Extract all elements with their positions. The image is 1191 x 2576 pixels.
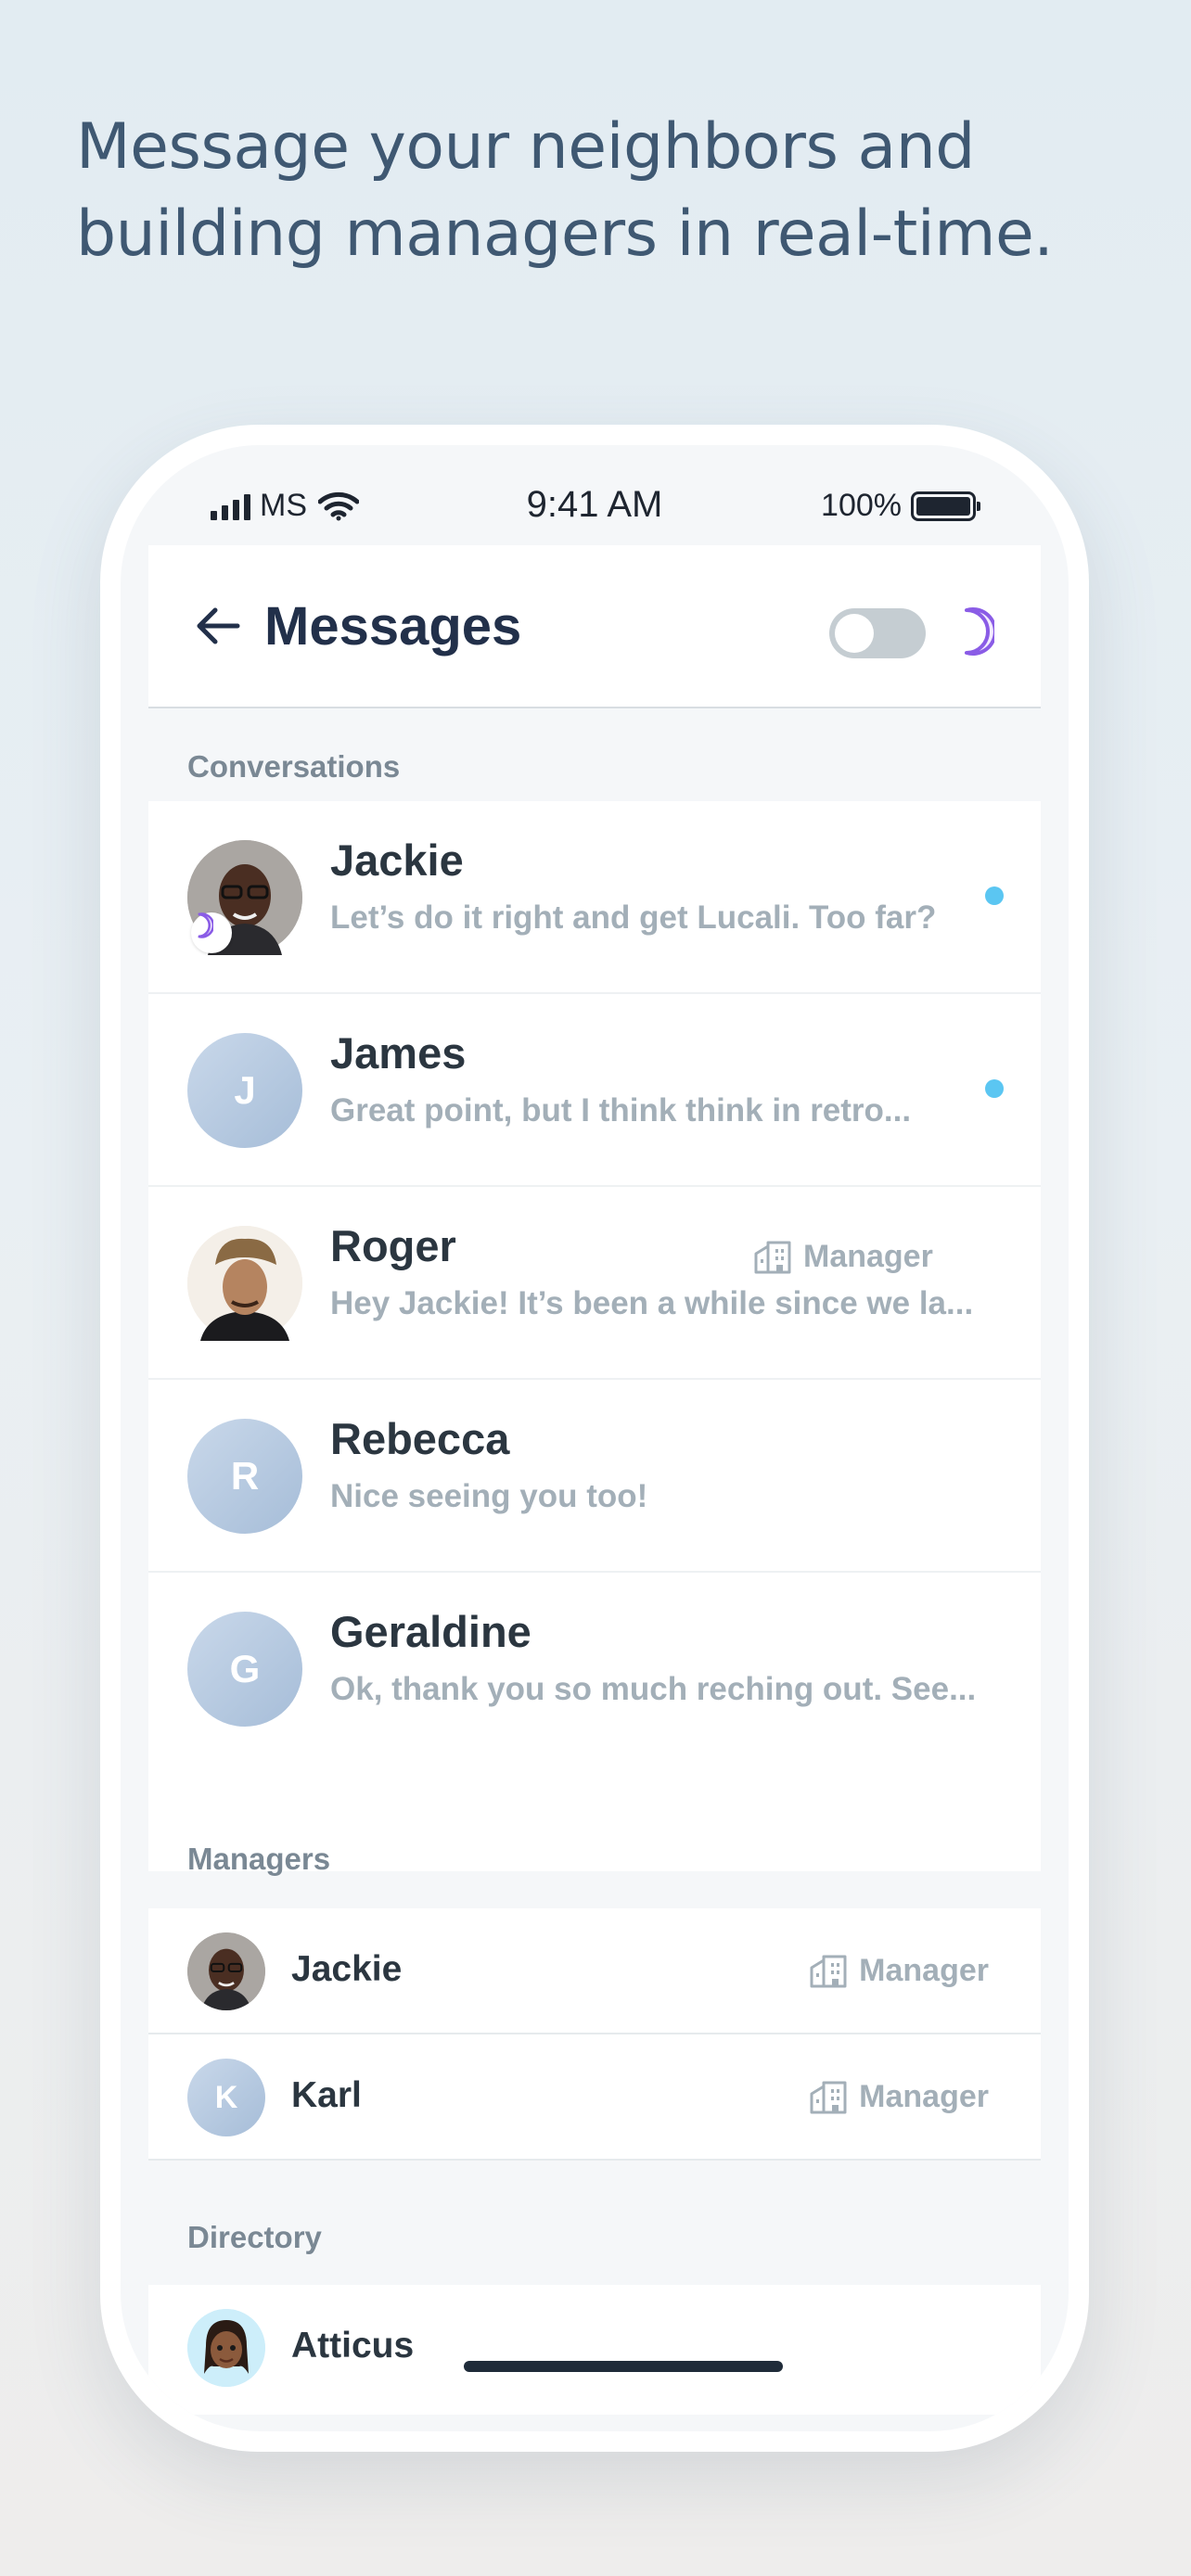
conversation-name: Roger <box>330 1221 456 1270</box>
avatar <box>187 1226 302 1341</box>
conversation-name: Rebecca <box>330 1414 510 1463</box>
manager-name: Jackie <box>291 1949 403 1989</box>
back-arrow-icon[interactable] <box>195 603 241 649</box>
directory-list: Atticus <box>148 2285 1041 2415</box>
person-photo-icon <box>187 1932 265 2010</box>
home-indicator[interactable] <box>464 2361 783 2372</box>
directory-name: Atticus <box>291 2326 415 2366</box>
memoji-icon <box>187 2309 265 2387</box>
conversation-preview: Hey Jackie! It’s been a while since we l… <box>330 1285 974 1321</box>
conversation-preview: Nice seeing you too! <box>330 1478 648 1514</box>
building-icon <box>810 1955 847 1987</box>
person-photo-icon <box>187 1226 302 1341</box>
manager-name: Karl <box>291 2075 362 2115</box>
manager-tag: Manager <box>809 2079 989 2115</box>
role-label: Manager <box>803 1239 933 1274</box>
phone-screen: MS 9:41 AM 100% Messages Conversations J… <box>121 445 1069 2431</box>
managers-label: Managers <box>187 1842 331 1876</box>
manager-row[interactable]: Jackie Manager <box>148 1908 1041 2034</box>
conversation-preview: Let’s do it right and get Lucali. Too fa… <box>330 899 937 936</box>
avatar: J <box>187 1033 302 1148</box>
conversation-preview: Great point, but I think think in retro.… <box>330 1092 912 1129</box>
role-label: Manager <box>859 1953 989 1988</box>
conversation-name: Jackie <box>330 835 464 885</box>
avatar <box>187 1932 265 2010</box>
marketing-headline: Message your neighbors and building mana… <box>76 110 1054 271</box>
directory-row[interactable]: Atticus <box>148 2285 1041 2411</box>
conversation-preview: Ok, thank you so much reching out. See..… <box>330 1671 977 1707</box>
avatar <box>187 2309 265 2387</box>
conversation-row[interactable]: Jackie Let’s do it right and get Lucali.… <box>148 801 1041 994</box>
status-bar: MS 9:41 AM 100% <box>121 484 1069 540</box>
unread-indicator <box>985 886 1004 905</box>
building-icon <box>810 2081 847 2113</box>
toggle-knob <box>835 614 874 653</box>
dark-mode-toggle[interactable] <box>829 608 926 658</box>
avatar: G <box>187 1612 302 1727</box>
conversation-name: Geraldine <box>330 1607 531 1656</box>
messages-screen: Messages Conversations Jackie Let’s do i… <box>148 545 1041 2431</box>
moon-icon <box>965 607 994 656</box>
manager-tag: Manager <box>809 1953 989 1989</box>
manager-row[interactable]: K Karl Manager <box>148 2034 1041 2161</box>
manager-tag: Manager <box>753 1239 933 1275</box>
moon-badge-icon <box>191 912 232 953</box>
avatar <box>187 840 302 955</box>
conversation-row[interactable]: J James Great point, but I think think i… <box>148 994 1041 1187</box>
phone-frame: MS 9:41 AM 100% Messages Conversations J… <box>100 425 1089 2452</box>
conversation-row[interactable]: Roger Manager Hey Jackie! It’s been a wh <box>148 1187 1041 1380</box>
status-right: 100% <box>821 488 980 524</box>
unread-indicator <box>985 1079 1004 1098</box>
battery-percent: 100% <box>821 488 902 523</box>
app-header: Messages <box>148 545 1041 708</box>
directory-label: Directory <box>187 2220 322 2254</box>
role-label: Manager <box>859 2079 989 2114</box>
managers-list: Jackie Manager K Karl Manager <box>148 1908 1041 2161</box>
page-title: Messages <box>264 596 522 657</box>
conversation-row[interactable]: R Rebecca Nice seeing you too! <box>148 1380 1041 1573</box>
battery-icon <box>911 491 980 521</box>
building-icon <box>754 1241 791 1273</box>
conversation-row[interactable]: G Geraldine Ok, thank you so much rechin… <box>148 1573 1041 1766</box>
avatar: R <box>187 1419 302 1534</box>
avatar: K <box>187 2059 265 2136</box>
conversation-name: James <box>330 1028 467 1078</box>
conversations-label: Conversations <box>187 749 401 784</box>
conversation-list: Jackie Let’s do it right and get Lucali.… <box>148 801 1041 1871</box>
